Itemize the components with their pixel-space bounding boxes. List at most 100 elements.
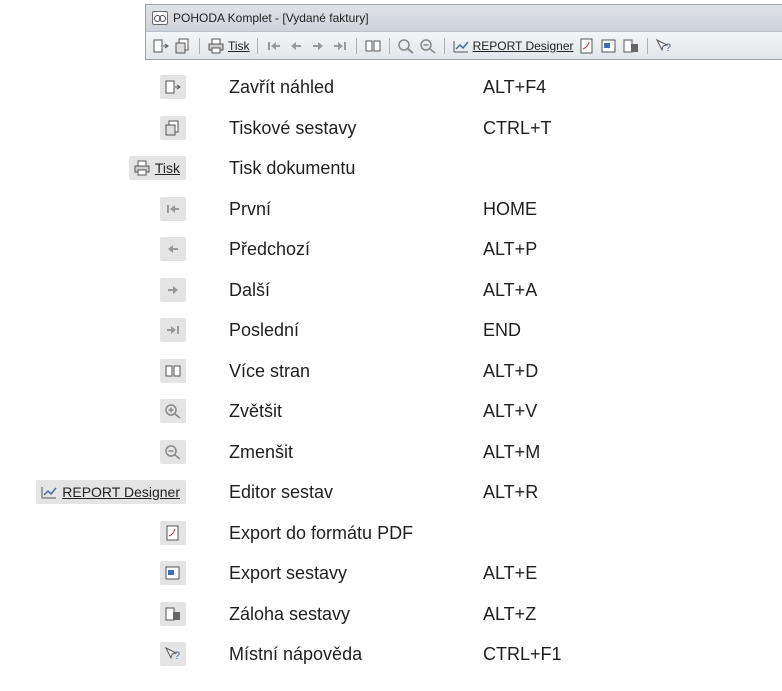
pdf-export-icon[interactable] — [160, 521, 186, 545]
shortcut-row: Zmenšit ALT+M — [0, 432, 782, 472]
row-toolbar-button[interactable]: REPORT Designer — [36, 480, 186, 504]
row-shortcut: ALT+P — [483, 239, 538, 259]
toolbar-separator — [388, 37, 390, 54]
row-toolbar-button[interactable]: Tisk — [128, 156, 186, 180]
row-icon-cell — [160, 108, 186, 148]
row-description: První — [229, 199, 272, 219]
shortcut-row: Tisk Tisk dokumentu — [0, 148, 782, 188]
shortcut-row: Záloha sestavy ALT+Z — [0, 594, 782, 634]
first-page-icon[interactable] — [160, 197, 186, 221]
shortcut-row: Více stran ALT+D — [0, 351, 782, 391]
zoom-out-icon[interactable] — [160, 440, 186, 464]
row-shortcut: ALT+E — [483, 563, 538, 583]
toolbar-separator — [199, 37, 200, 54]
row-description: Další — [229, 280, 271, 300]
row-icon-cell — [160, 553, 186, 593]
row-description: Záloha sestavy — [229, 604, 351, 624]
row-shortcut: ALT+D — [483, 361, 539, 381]
backup-report-icon[interactable] — [160, 602, 186, 626]
row-icon-cell — [160, 270, 186, 310]
report-designer-button[interactable]: REPORT Designer — [452, 38, 574, 54]
help-icon[interactable]: ? — [160, 642, 186, 666]
first-page-icon[interactable] — [265, 38, 283, 54]
export-report-icon[interactable] — [600, 38, 618, 54]
close-preview-icon[interactable] — [160, 75, 186, 99]
shortcut-row: Poslední END — [0, 310, 782, 350]
row-shortcut: ALT+Z — [483, 604, 537, 624]
shortcut-row: Zavřít náhled ALT+F4 — [0, 67, 782, 107]
print-reports-icon[interactable] — [160, 116, 186, 140]
shortcut-row: Zvětšit ALT+V — [0, 391, 782, 431]
printer-icon — [207, 38, 225, 54]
multi-page-icon[interactable] — [160, 359, 186, 383]
shortcut-row: Export sestavy ALT+E — [0, 553, 782, 593]
printer-icon — [133, 160, 151, 176]
zoom-in-icon[interactable] — [160, 399, 186, 423]
row-description: Zvětšit — [229, 401, 283, 421]
toolbar-separator — [355, 37, 357, 54]
shortcut-row: Předchozí ALT+P — [0, 229, 782, 269]
pdf-export-icon[interactable] — [578, 38, 596, 54]
previous-page-icon[interactable] — [160, 237, 186, 261]
row-description: Zmenšit — [229, 442, 294, 462]
row-description: Zavřít náhled — [229, 77, 335, 97]
backup-report-icon[interactable] — [622, 38, 640, 54]
report-designer-icon — [40, 484, 58, 500]
row-shortcut: ALT+A — [483, 280, 538, 300]
toolbar-separator — [256, 37, 258, 54]
shortcut-row: Tiskové sestavy CTRL+T — [0, 108, 782, 148]
row-icon-cell — [160, 189, 186, 229]
row-description: Tisk dokumentu — [229, 158, 356, 178]
report-designer-icon — [452, 38, 470, 54]
row-shortcut: END — [483, 320, 522, 340]
row-icon-cell — [160, 432, 186, 472]
row-button-text: REPORT Designer — [62, 484, 180, 500]
pohoda-app-icon — [152, 11, 168, 25]
next-page-icon[interactable] — [309, 38, 327, 54]
row-shortcut: ALT+V — [483, 401, 538, 421]
row-description: Editor sestav — [229, 482, 334, 502]
row-description: Místní nápověda — [229, 644, 363, 664]
toolbar-separator — [443, 37, 445, 54]
row-shortcut: ALT+R — [483, 482, 539, 502]
print-button-label: Tisk — [228, 38, 250, 53]
row-shortcut: HOME — [483, 199, 537, 219]
row-description: Více stran — [229, 361, 311, 381]
row-icon-cell — [160, 594, 186, 634]
row-shortcut: ALT+M — [483, 442, 541, 462]
window-title: POHODA Komplet - [Vydané faktury] — [173, 11, 369, 25]
row-description: Poslední — [229, 320, 300, 340]
print-reports-icon[interactable] — [174, 38, 192, 54]
last-page-icon[interactable] — [160, 318, 186, 342]
row-icon-cell — [160, 229, 186, 269]
shortcut-row: ? Místní nápověda CTRL+F1 — [0, 634, 782, 674]
report-designer-label: REPORT Designer — [472, 38, 574, 53]
export-report-icon[interactable] — [160, 561, 186, 585]
shortcut-row: Další ALT+A — [0, 270, 782, 310]
help-icon[interactable]: ? — [655, 38, 673, 54]
row-shortcut: CTRL+F1 — [483, 644, 562, 664]
row-icon-cell: ? — [160, 634, 186, 674]
row-description: Export do formátu PDF — [229, 523, 414, 543]
multi-page-icon[interactable] — [364, 38, 382, 54]
print-button[interactable]: Tisk — [207, 38, 250, 54]
previous-page-icon[interactable] — [287, 38, 305, 54]
close-preview-icon[interactable] — [152, 38, 170, 54]
app-window: POHODA Komplet - [Vydané faktury] Tisk R… — [145, 4, 782, 60]
row-icon-cell: REPORT Designer — [36, 472, 186, 512]
title-bar: POHODA Komplet - [Vydané faktury] — [146, 5, 782, 32]
next-page-icon[interactable] — [160, 278, 186, 302]
preview-toolbar: Tisk REPORT Designer ? — [146, 32, 782, 59]
last-page-icon[interactable] — [331, 38, 349, 54]
row-shortcut: CTRL+T — [483, 118, 552, 138]
shortcut-row: První HOME — [0, 189, 782, 229]
row-icon-cell — [160, 351, 186, 391]
shortcut-row: REPORT Designer Editor sestav ALT+R — [0, 472, 782, 512]
zoom-in-icon[interactable] — [397, 38, 415, 54]
zoom-out-icon[interactable] — [419, 38, 437, 54]
toolbar-separator — [646, 37, 648, 54]
shortcut-row: Export do formátu PDF — [0, 513, 782, 553]
row-description: Export sestavy — [229, 563, 348, 583]
row-icon-cell: Tisk — [128, 148, 186, 188]
row-icon-cell — [160, 513, 186, 553]
